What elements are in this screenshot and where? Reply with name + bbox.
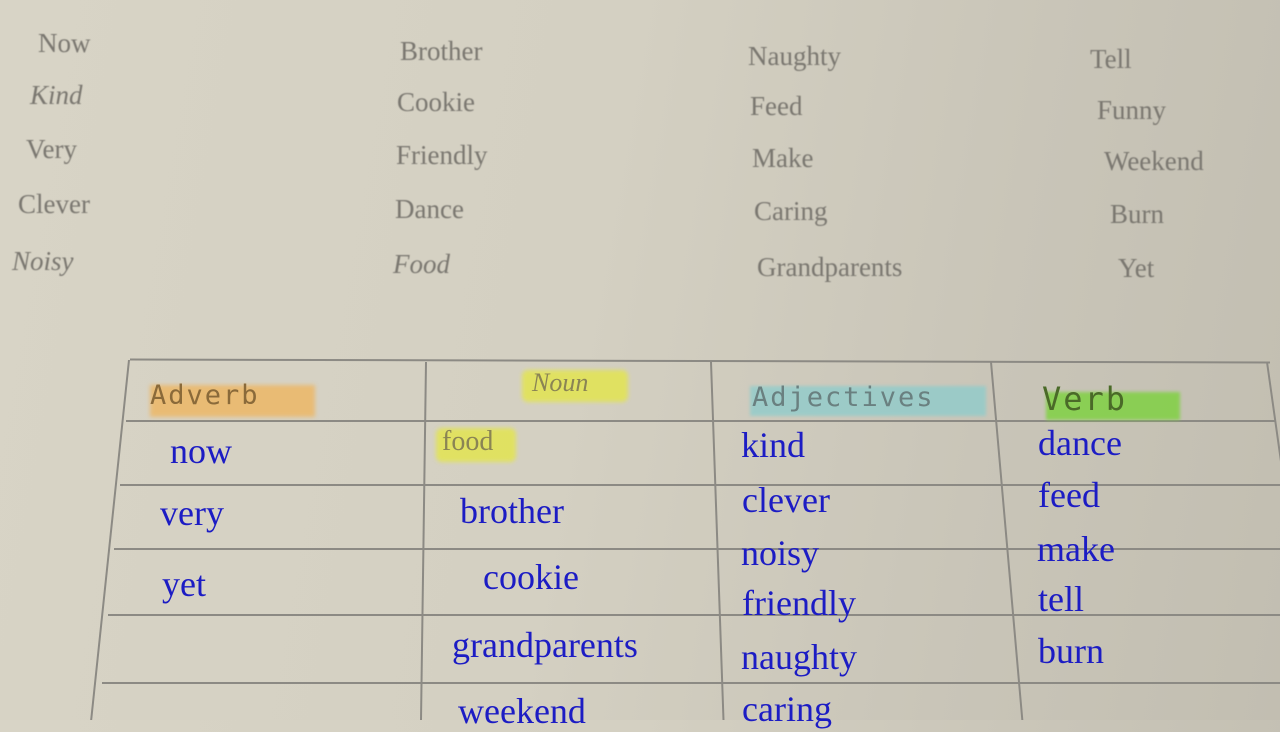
noun-cell-highlighted: food — [442, 426, 494, 457]
word-bank-item: Kind — [30, 80, 83, 110]
noun-cell: grandparents — [452, 625, 638, 665]
word-bank-item: Weekend — [1104, 146, 1204, 176]
word-bank-item: Food — [393, 249, 450, 279]
table-border — [90, 360, 130, 720]
table-row-divider — [120, 484, 1280, 486]
word-bank-item: Noisy — [12, 246, 74, 276]
header-adjectives: Adjectives — [752, 382, 935, 413]
word-bank-item: Clever — [18, 189, 90, 219]
word-bank-item: Burn — [1110, 199, 1164, 229]
word-bank-item: Funny — [1097, 95, 1167, 125]
word-bank-item: Tell — [1090, 44, 1132, 74]
word-bank-item: Grandparents — [757, 252, 903, 282]
word-bank-item: Very — [26, 134, 77, 164]
header-adverb: Adverb — [150, 380, 260, 411]
table-col-divider — [420, 362, 427, 720]
word-bank-item: Feed — [750, 91, 803, 121]
header-verb: Verb — [1042, 380, 1128, 418]
verb-cell: feed — [1038, 475, 1100, 515]
adjective-cell: naughty — [741, 637, 857, 677]
table-border — [129, 358, 1271, 364]
adjective-cell: kind — [741, 425, 806, 465]
word-bank-item: Caring — [754, 196, 828, 226]
adjective-cell: friendly — [742, 583, 856, 623]
header-noun: Noun — [532, 368, 589, 397]
word-bank-item: Brother — [400, 36, 483, 66]
word-bank-item: Make — [752, 143, 814, 173]
verb-cell: dance — [1038, 423, 1122, 463]
noun-cell: cookie — [483, 557, 579, 597]
table-col-divider — [990, 362, 1024, 720]
noun-cell: weekend — [458, 691, 586, 731]
word-bank-item: Dance — [395, 194, 464, 224]
word-bank-item: Yet — [1118, 253, 1155, 283]
adjective-cell: caring — [742, 689, 832, 729]
word-bank-item: Now — [38, 28, 91, 58]
adverb-cell: very — [160, 493, 224, 533]
table-border — [1266, 362, 1280, 720]
word-bank-item: Cookie — [397, 87, 475, 117]
table-row-divider — [108, 614, 1280, 616]
adverb-cell: now — [170, 431, 232, 471]
table-row-divider — [102, 682, 1280, 684]
verb-cell: burn — [1038, 631, 1104, 671]
verb-cell: tell — [1038, 579, 1084, 619]
adjective-cell: clever — [742, 480, 830, 520]
noun-cell: brother — [460, 491, 564, 531]
word-bank-item: Naughty — [748, 41, 841, 71]
adjective-cell: noisy — [741, 533, 820, 573]
verb-cell: make — [1037, 529, 1115, 569]
table-col-divider — [710, 362, 725, 720]
word-bank-item: Friendly — [396, 140, 488, 170]
adverb-cell: yet — [162, 564, 206, 604]
